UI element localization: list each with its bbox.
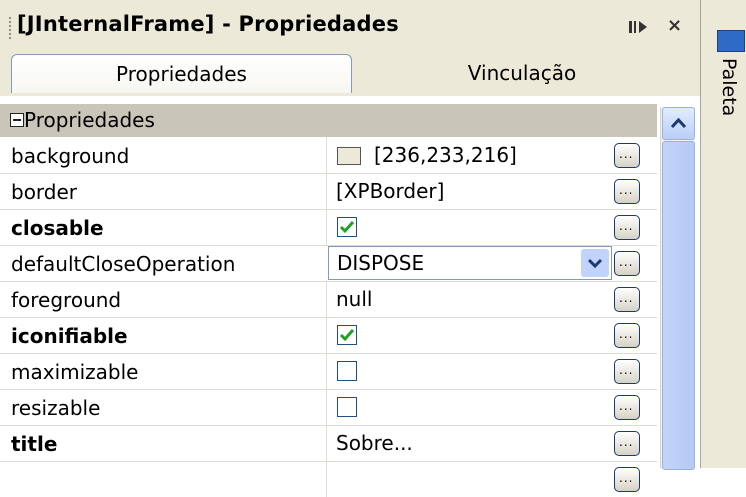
iconifiable-checkbox[interactable]: [337, 325, 357, 345]
ellipsis-button[interactable]: [614, 431, 640, 456]
column-divider: [326, 353, 327, 389]
property-row-title[interactable]: title Sobre...: [0, 425, 657, 462]
property-name: title: [11, 432, 58, 456]
scroll-thumb[interactable]: [662, 141, 695, 470]
property-name: defaultCloseOperation: [11, 252, 236, 276]
property-value[interactable]: [236,233,216]: [374, 143, 517, 167]
property-name: resizable: [11, 396, 101, 420]
property-row-foreground[interactable]: foreground null: [0, 281, 657, 318]
palette-sidebar: Paleta: [700, 0, 746, 468]
column-divider: [326, 209, 327, 245]
collapse-icon[interactable]: [10, 113, 24, 127]
ellipsis-button[interactable]: [614, 179, 640, 204]
drag-grip[interactable]: [8, 16, 12, 40]
property-row-iconifiable[interactable]: iconifiable: [0, 317, 657, 354]
maximizable-checkbox[interactable]: [337, 361, 357, 381]
ellipsis-button[interactable]: [614, 287, 640, 312]
property-sheet: Propriedades background [236,233,216] bo…: [0, 96, 700, 497]
ellipsis-button[interactable]: [614, 323, 640, 348]
property-name: border: [11, 180, 78, 204]
column-divider: [326, 461, 327, 497]
minimize-dock-icon[interactable]: [628, 18, 650, 36]
property-name: iconifiable: [11, 324, 128, 348]
panel-title: [JInternalFrame] - Propriedades: [17, 12, 399, 36]
checkmark-icon: [339, 221, 355, 234]
category-label: Propriedades: [24, 108, 155, 132]
property-row-maximizable[interactable]: maximizable: [0, 353, 657, 390]
column-divider: [326, 137, 327, 173]
properties-panel: [JInternalFrame] - Propriedades × Propri…: [0, 0, 700, 497]
combo-value: DISPOSE: [337, 251, 425, 275]
panel-title-bar: [JInternalFrame] - Propriedades ×: [0, 6, 700, 46]
ellipsis-button[interactable]: [614, 395, 640, 420]
property-row-background[interactable]: background [236,233,216]: [0, 137, 657, 174]
property-value[interactable]: [XPBorder]: [336, 179, 444, 203]
tab-strip: Propriedades Vinculação: [0, 52, 700, 96]
palette-tab-label[interactable]: Paleta: [718, 58, 740, 116]
tab-propriedades[interactable]: Propriedades: [11, 54, 352, 93]
closable-checkbox[interactable]: [337, 217, 357, 237]
close-button[interactable]: ×: [667, 15, 682, 36]
chevron-up-icon: [670, 117, 687, 129]
ellipsis-button[interactable]: [614, 215, 640, 240]
chevron-down-icon: [587, 258, 603, 269]
close-operation-combobox[interactable]: DISPOSE: [328, 246, 612, 280]
property-row-border[interactable]: border [XPBorder]: [0, 173, 657, 210]
color-swatch: [337, 147, 361, 165]
property-name: background: [11, 144, 130, 168]
scroll-up-button[interactable]: [662, 107, 695, 140]
resizable-checkbox[interactable]: [337, 397, 357, 417]
category-header[interactable]: Propriedades: [0, 104, 657, 137]
ellipsis-button[interactable]: [614, 251, 640, 276]
column-divider: [326, 173, 327, 209]
ellipsis-button[interactable]: [614, 467, 640, 492]
property-name: maximizable: [11, 360, 139, 384]
property-row-partial: [0, 461, 657, 497]
property-row-defaultcloseoperation[interactable]: defaultCloseOperation DISPOSE: [0, 245, 657, 282]
column-divider: [326, 317, 327, 353]
property-value[interactable]: null: [336, 287, 372, 311]
property-name: foreground: [11, 288, 122, 312]
column-divider: [326, 425, 327, 461]
ellipsis-button[interactable]: [614, 359, 640, 384]
property-row-closable[interactable]: closable: [0, 209, 657, 246]
ellipsis-button[interactable]: [614, 143, 640, 168]
column-divider: [326, 281, 327, 317]
palette-icon[interactable]: [717, 30, 745, 52]
column-divider: [326, 389, 327, 425]
vertical-scrollbar[interactable]: [660, 107, 695, 470]
property-value[interactable]: Sobre...: [336, 431, 413, 455]
property-name: closable: [11, 216, 104, 240]
checkmark-icon: [339, 329, 355, 342]
tab-vinculacao[interactable]: Vinculação: [352, 54, 692, 92]
property-row-resizable[interactable]: resizable: [0, 389, 657, 426]
dropdown-button[interactable]: [581, 249, 609, 277]
